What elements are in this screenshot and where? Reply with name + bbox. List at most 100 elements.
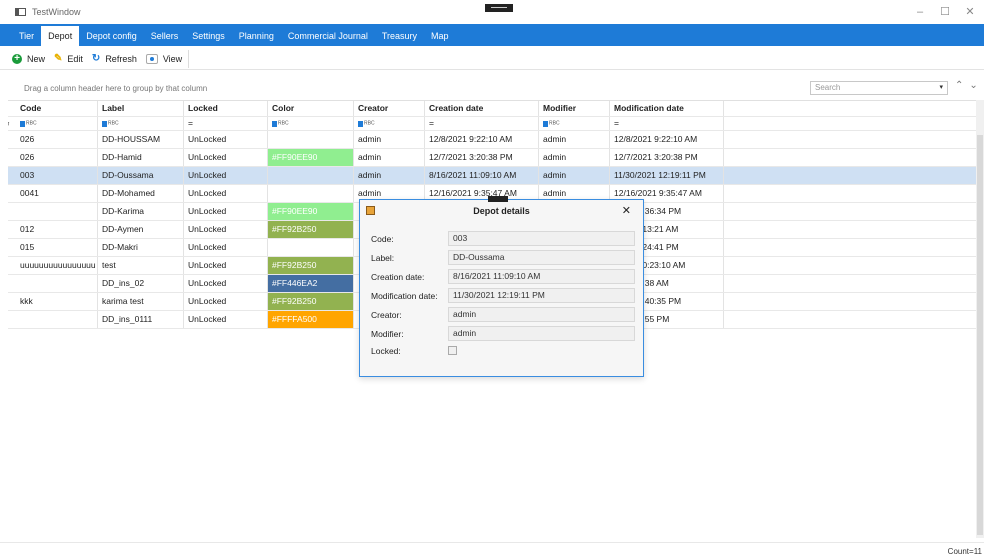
search-prev-button[interactable]: ⌃: [955, 80, 969, 91]
cell-locked[interactable]: UnLocked: [184, 185, 268, 202]
cell-code[interactable]: [16, 275, 98, 292]
cell-locked[interactable]: UnLocked: [184, 221, 268, 238]
cell-code[interactable]: [16, 311, 98, 328]
cell-locked[interactable]: UnLocked: [184, 131, 268, 148]
row-indicator[interactable]: [8, 203, 16, 220]
filter-code[interactable]: RBC: [16, 117, 98, 130]
cell-modifier[interactable]: admin: [539, 149, 610, 166]
tab-planning[interactable]: Planning: [232, 26, 281, 46]
minimize-button[interactable]: –: [912, 4, 928, 20]
column-header-color[interactable]: Color: [268, 101, 354, 116]
cell-color[interactable]: #FF90EE90: [268, 203, 354, 220]
cell-label[interactable]: DD_ins_02: [98, 275, 184, 292]
cell-label[interactable]: DD-Hamid: [98, 149, 184, 166]
cell-creator[interactable]: admin: [354, 167, 425, 184]
cell-code[interactable]: 015: [16, 239, 98, 256]
table-row[interactable]: 003DD-OussamaUnLocked admin8/16/2021 11:0…: [8, 167, 984, 185]
tab-tier[interactable]: Tier: [12, 26, 41, 46]
dialog-drag-handle[interactable]: [488, 196, 508, 202]
edit-button[interactable]: ✎ Edit: [54, 53, 83, 64]
cell-locked[interactable]: UnLocked: [184, 203, 268, 220]
dialog-field-value[interactable]: admin: [448, 326, 635, 341]
row-indicator[interactable]: [8, 167, 16, 184]
table-row[interactable]: 026 DD-HOUSSAM UnLocked admin 12/8/2021 9:22…: [8, 131, 984, 149]
column-header-code[interactable]: Code: [16, 101, 98, 116]
cell-label[interactable]: DD-Mohamed: [98, 185, 184, 202]
column-header-modifier[interactable]: Modifier: [539, 101, 610, 116]
tab-sellers[interactable]: Sellers: [144, 26, 186, 46]
cell-color[interactable]: #FF92B250: [268, 257, 354, 274]
search-next-button[interactable]: ⌄: [969, 80, 983, 91]
new-button[interactable]: + New: [12, 53, 45, 64]
column-header-creator[interactable]: Creator: [354, 101, 425, 116]
dialog-header[interactable]: Depot details ✕: [360, 196, 643, 222]
cell-color[interactable]: #FF92B250: [268, 293, 354, 310]
cell-locked[interactable]: UnLocked: [184, 149, 268, 166]
cell-creation-date[interactable]: 8/16/2021 11:09:10 AM: [425, 167, 539, 184]
cell-creation-date[interactable]: 12/7/2021 3:20:38 PM: [425, 149, 539, 166]
row-indicator[interactable]: [8, 239, 16, 256]
cell-label[interactable]: DD-Aymen: [98, 221, 184, 238]
filter-locked[interactable]: =: [184, 117, 268, 130]
cell-label[interactable]: DD_ins_0111: [98, 311, 184, 328]
cell-color[interactable]: #FF90EE90: [268, 149, 354, 166]
cell-color[interactable]: #FF92B250: [268, 221, 354, 238]
row-indicator[interactable]: [8, 293, 16, 310]
row-indicator[interactable]: [8, 257, 16, 274]
cell-label[interactable]: karima test: [98, 293, 184, 310]
cell-creation-date[interactable]: 12/8/2021 9:22:10 AM: [425, 131, 539, 148]
cell-locked[interactable]: UnLocked: [184, 311, 268, 328]
column-header-label[interactable]: Label: [98, 101, 184, 116]
cell-locked[interactable]: UnLocked: [184, 167, 268, 184]
cell-color[interactable]: [268, 185, 354, 202]
cell-creator[interactable]: admin: [354, 149, 425, 166]
cell-modifier[interactable]: admin: [539, 167, 610, 184]
maximize-button[interactable]: ☐: [937, 4, 953, 20]
cell-code[interactable]: [16, 203, 98, 220]
tab-depot-config[interactable]: Depot config: [79, 26, 144, 46]
search-input[interactable]: Search ▾: [810, 81, 948, 95]
cell-label[interactable]: DD-Oussama: [98, 167, 184, 184]
cell-locked[interactable]: UnLocked: [184, 293, 268, 310]
cell-locked[interactable]: UnLocked: [184, 275, 268, 292]
cell-locked[interactable]: UnLocked: [184, 239, 268, 256]
filter-color[interactable]: RBC: [268, 117, 354, 130]
cell-creator[interactable]: admin: [354, 131, 425, 148]
cell-code[interactable]: 012: [16, 221, 98, 238]
row-indicator[interactable]: [8, 185, 16, 202]
filter-creation-date[interactable]: =: [425, 117, 539, 130]
row-indicator[interactable]: [8, 275, 16, 292]
cell-modifier[interactable]: admin: [539, 131, 610, 148]
cell-code[interactable]: 026: [16, 131, 98, 148]
tab-map[interactable]: Map: [424, 26, 456, 46]
drag-grip-icon[interactable]: [485, 4, 513, 12]
cell-color[interactable]: #FFFFA500: [268, 311, 354, 328]
close-button[interactable]: ✕: [962, 4, 978, 20]
cell-modification-date[interactable]: 12/8/2021 9:22:10 AM: [610, 131, 724, 148]
dialog-field-value[interactable]: DD-Oussama: [448, 250, 635, 265]
cell-code[interactable]: 003: [16, 167, 98, 184]
table-row[interactable]: 026 DD-Hamid UnLocked #FF90EE90 admin 12/7/20…: [8, 149, 984, 167]
locked-checkbox[interactable]: [448, 346, 457, 355]
funnel-icon[interactable]: ⊽: [8, 119, 10, 130]
cell-code[interactable]: uuuuuuuuuuuuuuuu: [16, 257, 98, 274]
cell-label[interactable]: DD-Makri: [98, 239, 184, 256]
dialog-field-value[interactable]: 11/30/2021 12:19:11 PM: [448, 288, 635, 303]
cell-color[interactable]: #FF446EA2: [268, 275, 354, 292]
dialog-close-button[interactable]: ✕: [622, 204, 631, 217]
cell-locked[interactable]: UnLocked: [184, 257, 268, 274]
filter-modification-date[interactable]: =: [610, 117, 724, 130]
dialog-field-value[interactable]: 003: [448, 231, 635, 246]
row-indicator[interactable]: [8, 221, 16, 238]
cell-color[interactable]: [268, 239, 354, 256]
column-header-modification-date[interactable]: Modification date: [610, 101, 724, 116]
dialog-field-value[interactable]: 8/16/2021 11:09:10 AM: [448, 269, 635, 284]
tab-treasury[interactable]: Treasury: [375, 26, 424, 46]
row-indicator[interactable]: [8, 131, 16, 148]
cell-label[interactable]: DD-Karima: [98, 203, 184, 220]
filter-creator[interactable]: RBC: [354, 117, 425, 130]
view-button[interactable]: View: [145, 53, 182, 64]
tab-depot[interactable]: Depot: [41, 26, 80, 46]
tab-commercial-journal[interactable]: Commercial Journal: [281, 26, 375, 46]
filter-label[interactable]: RBC: [98, 117, 184, 130]
